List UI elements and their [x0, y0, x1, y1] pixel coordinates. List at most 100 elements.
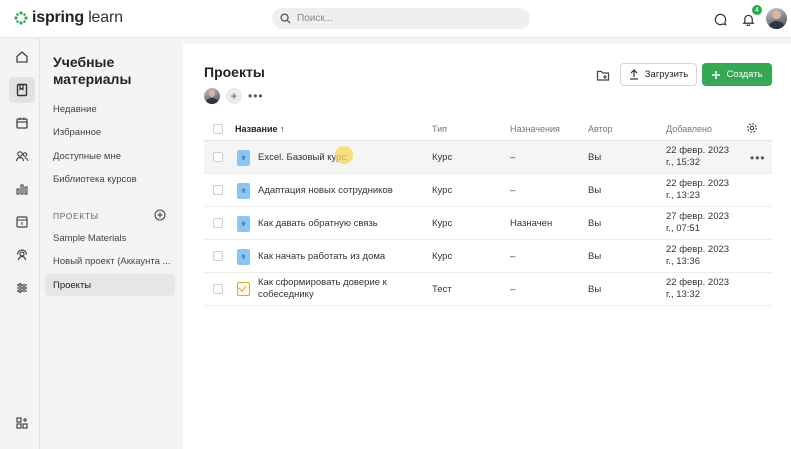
users-icon: [15, 151, 29, 162]
chat-icon: [714, 13, 726, 25]
apps-icon: [16, 417, 28, 429]
select-all-checkbox[interactable]: [213, 124, 223, 134]
row-checkbox[interactable]: [213, 185, 223, 195]
notification-badge: 4: [752, 5, 762, 15]
main-panel: Проекты + ••• Загрузить Создать Название…: [183, 44, 791, 449]
table-row[interactable]: Как сформировать доверие к собеседнику Т…: [204, 273, 772, 306]
row-author: Вы: [588, 218, 602, 229]
row-type: Курс: [432, 152, 453, 163]
column-assign-header[interactable]: Назначения: [510, 124, 560, 134]
folder-plus-icon: [596, 70, 610, 81]
upload-icon: [629, 69, 638, 80]
row-assign: –: [510, 251, 516, 262]
book-icon: [16, 83, 28, 97]
project-members: + •••: [204, 88, 264, 104]
logo[interactable]: ispring learn: [14, 9, 123, 27]
notifications-button[interactable]: 4: [737, 5, 762, 30]
logo-text: ispring learn: [32, 9, 123, 26]
sidebar-item-library[interactable]: Библиотека курсов: [45, 168, 175, 190]
sidebar-project-sample[interactable]: Sample Materials: [45, 227, 175, 249]
course-file-icon: [237, 150, 250, 166]
user-avatar[interactable]: [766, 8, 787, 29]
table-row[interactable]: Адаптация новых сотрудников Курс – Вы 22…: [204, 174, 772, 207]
page-title: Проекты: [204, 64, 265, 80]
column-type-header[interactable]: Тип: [432, 124, 447, 134]
gear-icon: [747, 123, 757, 133]
rail-home[interactable]: [9, 44, 35, 70]
row-date: 27 февр. 2023 г., 07:51: [666, 211, 730, 234]
row-assign: Назначен: [510, 218, 553, 229]
support-icon: [16, 249, 28, 261]
chart-icon: [16, 184, 28, 195]
row-author: Вы: [588, 185, 602, 196]
search-input[interactable]: [297, 13, 517, 24]
add-project-button[interactable]: [154, 209, 166, 224]
portal-icon: [16, 216, 28, 228]
row-date: 22 февр. 2023 г., 15:32: [666, 145, 730, 168]
course-file-icon: [237, 216, 250, 232]
sidebar-item-recent[interactable]: Недавние: [45, 98, 175, 120]
member-avatar[interactable]: [204, 88, 220, 104]
sidebar-project-new[interactable]: Новый проект (Аккаунта ...: [45, 250, 175, 272]
more-options-icon[interactable]: •••: [248, 89, 264, 103]
calendar-icon: [16, 117, 28, 129]
row-date: 22 февр. 2023 г., 13:36: [666, 244, 730, 267]
add-member-button[interactable]: +: [226, 88, 242, 104]
row-name[interactable]: Как начать работать из дома: [258, 251, 428, 263]
rail-portal[interactable]: [9, 209, 35, 235]
row-checkbox[interactable]: [213, 251, 223, 261]
row-type: Курс: [432, 185, 453, 196]
rail-reports[interactable]: [9, 176, 35, 202]
new-folder-button[interactable]: [592, 65, 614, 85]
table-row[interactable]: Как начать работать из дома Курс – Вы 22…: [204, 240, 772, 273]
rail-support[interactable]: [9, 242, 35, 268]
materials-sidebar: Учебные материалы Недавние Избранное Дос…: [41, 44, 182, 449]
plus-icon: +: [230, 89, 238, 103]
sort-arrow-up-icon: ↑: [280, 124, 285, 134]
sidebar-item-favorites[interactable]: Избранное: [45, 121, 175, 143]
column-name-header[interactable]: Название ↑: [235, 124, 285, 134]
test-check-icon: [237, 282, 250, 296]
row-more-icon[interactable]: •••: [750, 151, 766, 165]
row-checkbox[interactable]: [213, 152, 223, 162]
row-checkbox[interactable]: [213, 284, 223, 294]
sidebar-project-projects[interactable]: Проекты: [45, 274, 175, 296]
bell-icon: [741, 14, 755, 26]
row-name[interactable]: Как сформировать доверие к собеседнику: [258, 277, 428, 301]
row-type: Тест: [432, 284, 452, 295]
create-button[interactable]: Создать: [702, 63, 772, 86]
rail-materials[interactable]: [9, 77, 35, 103]
sidebar-item-shared[interactable]: Доступные мне: [45, 145, 175, 167]
row-assign: –: [510, 284, 516, 295]
row-author: Вы: [588, 251, 602, 262]
row-name[interactable]: Адаптация новых сотрудников: [258, 185, 428, 197]
row-date: 22 февр. 2023 г., 13:23: [666, 178, 730, 201]
create-label: Создать: [726, 69, 763, 80]
materials-table: Название ↑ Тип Назначения Автор Добавлен…: [204, 117, 772, 306]
row-assign: –: [510, 152, 516, 163]
table-row[interactable]: Excel. Базовый курс Курс – Вы 22 февр. 2…: [204, 141, 772, 174]
rail-calendar[interactable]: [9, 110, 35, 136]
row-type: Курс: [432, 218, 453, 229]
row-name[interactable]: Как давать обратную связь: [258, 218, 428, 230]
icon-rail: [4, 38, 40, 449]
course-file-icon: [237, 249, 250, 265]
row-author: Вы: [588, 284, 602, 295]
row-date: 22 февр. 2023 г., 13:32: [666, 277, 730, 300]
rail-users[interactable]: [9, 143, 35, 169]
search-icon: [280, 13, 291, 24]
rail-apps[interactable]: [9, 410, 35, 436]
home-icon: [16, 51, 28, 63]
rail-settings[interactable]: [9, 275, 35, 301]
column-author-header[interactable]: Автор: [588, 124, 613, 134]
row-author: Вы: [588, 152, 602, 163]
row-assign: –: [510, 185, 516, 196]
column-settings-button[interactable]: [746, 122, 758, 136]
chat-button[interactable]: [709, 8, 731, 30]
column-added-header[interactable]: Добавлено: [666, 124, 712, 134]
row-checkbox[interactable]: [213, 218, 223, 228]
table-row[interactable]: Как давать обратную связь Курс Назначен …: [204, 207, 772, 240]
search-box[interactable]: [272, 8, 530, 29]
mouse-cursor-highlight: [335, 146, 353, 164]
upload-button[interactable]: Загрузить: [620, 63, 697, 86]
